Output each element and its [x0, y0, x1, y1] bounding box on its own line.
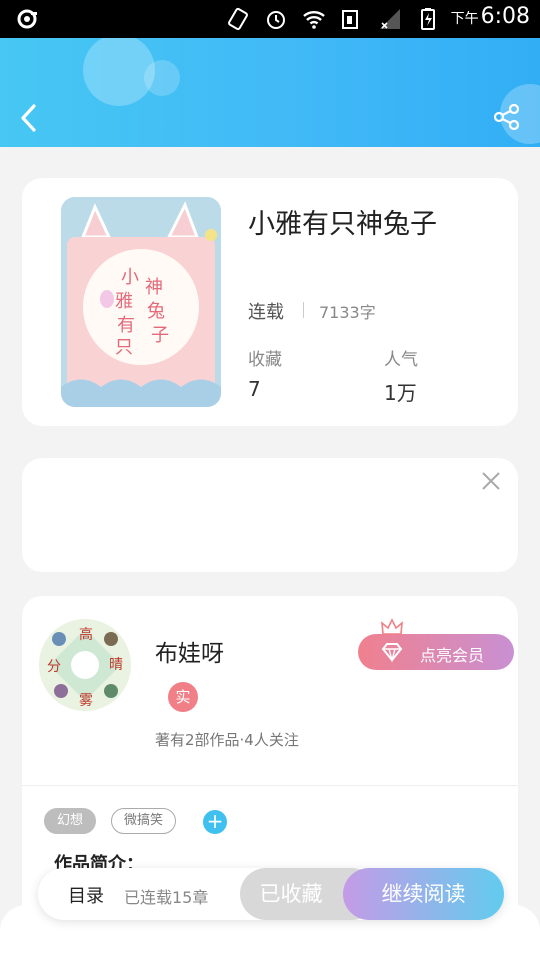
wifi-icon	[303, 11, 325, 29]
word-count: 7133字	[319, 303, 376, 322]
toc-button[interactable]: 目录	[68, 882, 104, 908]
avatar-char: 雾	[79, 693, 93, 709]
divider	[22, 785, 518, 786]
book-cover[interactable]: 小 雅 有 只 神 兔 子	[61, 197, 221, 407]
data-icon	[342, 10, 358, 29]
cover-char: 小	[121, 267, 139, 288]
collect-label: 收藏	[248, 350, 282, 370]
signal-icon	[380, 9, 400, 29]
battery-icon	[421, 8, 435, 30]
alarm-icon	[267, 11, 285, 29]
popularity-count: 1万	[384, 381, 417, 405]
rotate-icon	[228, 7, 248, 31]
book-info-card: 小 雅 有 只 神 兔 子 小雅有只神兔子 连载 7133字 收藏 7 人气 1…	[22, 178, 518, 426]
book-title: 小雅有只神兔子	[248, 209, 437, 240]
author-name[interactable]: 布娃呀	[155, 634, 224, 668]
clock: 下午6:08	[450, 4, 530, 29]
bottom-action-bar: 目录 已连载15章 已收藏 继续阅读	[38, 868, 504, 920]
diamond-icon	[381, 643, 403, 663]
continue-reading-button[interactable]: 继续阅读	[343, 868, 504, 920]
vip-label: 点亮会员	[420, 646, 485, 665]
ad-card	[22, 458, 518, 572]
avatar[interactable]: 高 晴 分 雾	[39, 619, 131, 711]
tag-humor[interactable]: 微搞笑	[111, 808, 177, 834]
cover-char: 子	[151, 325, 169, 346]
cover-char: 只	[115, 337, 133, 358]
share-icon[interactable]	[492, 102, 522, 132]
avatar-art: 高 晴 分 雾	[39, 619, 131, 711]
collect-count: 7	[248, 377, 261, 401]
popularity-label: 人气	[384, 350, 418, 370]
notification-icon	[17, 9, 37, 29]
crown-icon	[381, 618, 403, 635]
decor-bubble	[144, 60, 180, 96]
tag-fantasy[interactable]: 幻想	[44, 808, 97, 834]
author-meta: 著有2部作品·4人关注	[155, 731, 299, 749]
header	[0, 38, 540, 147]
cover-char: 神	[145, 277, 163, 298]
status-bar: 下午6:08	[0, 0, 540, 38]
cover-char: 雅	[115, 291, 133, 312]
avatar-char: 高	[79, 626, 93, 643]
verified-badge: 实	[168, 682, 198, 712]
avatar-char: 分	[47, 659, 61, 675]
vip-button[interactable]: 点亮会员	[358, 618, 514, 670]
cover-char: 有	[117, 315, 135, 336]
cover-art: 小 雅 有 只 神 兔 子	[61, 197, 221, 407]
serial-status: 连载	[248, 302, 284, 323]
divider	[303, 302, 304, 318]
close-icon[interactable]	[480, 470, 502, 492]
avatar-char: 晴	[109, 657, 123, 673]
chapter-count[interactable]: 已连载15章	[124, 884, 208, 908]
cover-char: 兔	[147, 301, 165, 322]
chevron-left-icon[interactable]	[14, 100, 46, 136]
add-tag-button[interactable]: +	[203, 810, 227, 834]
collected-label: 已收藏	[259, 882, 323, 906]
